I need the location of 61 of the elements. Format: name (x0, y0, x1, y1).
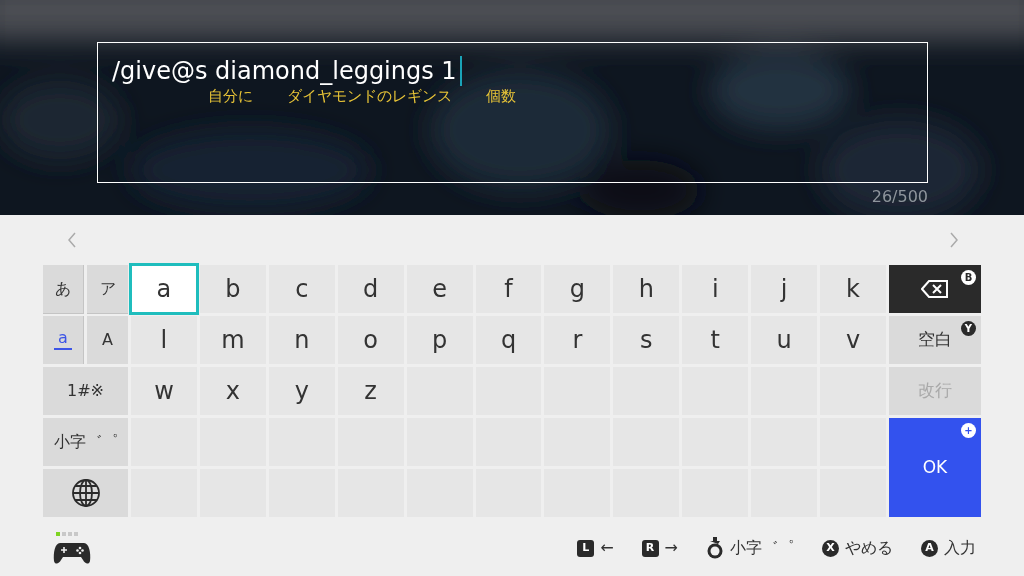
hint-text: 小字゛゜ (730, 537, 794, 559)
letter-key[interactable]: j (751, 265, 818, 313)
language-key[interactable] (43, 469, 128, 517)
letter-key[interactable]: x (199, 367, 266, 415)
hint-text: → (664, 537, 678, 559)
shoulder-button-icon: L (577, 539, 595, 557)
globe-icon (70, 478, 101, 508)
function-key[interactable]: 1#※ (43, 367, 128, 415)
letter-key[interactable]: c (268, 265, 335, 313)
letter-key[interactable]: z (337, 367, 404, 415)
letter-key[interactable]: k (820, 265, 886, 313)
stick-icon (706, 537, 724, 559)
letter-key[interactable]: a (131, 265, 197, 313)
button-badge: Y (961, 321, 976, 336)
letter-key[interactable]: e (406, 265, 473, 313)
letter-key[interactable]: h (613, 265, 680, 313)
letter-key[interactable]: s (613, 316, 680, 364)
hint-label: 自分に (208, 86, 253, 107)
space-key[interactable]: 空白 Y (889, 316, 981, 364)
text-input-field[interactable]: /give@s diamond_leggings 1 自分に ダイヤモンドのレギンス 個数 (97, 42, 928, 183)
mode-key[interactable]: ア (87, 265, 128, 313)
backspace-icon (921, 280, 949, 298)
character-counter: 26/500 (871, 186, 928, 208)
letter-key[interactable]: r (544, 316, 611, 364)
backspace-key[interactable]: B (889, 265, 981, 313)
letter-key[interactable]: w (131, 367, 197, 415)
letter-key[interactable]: m (199, 316, 266, 364)
chevron-left-icon[interactable] (67, 232, 77, 248)
mode-key[interactable]: a (43, 316, 84, 364)
letter-key[interactable]: y (268, 367, 335, 415)
hint-label: 個数 (486, 86, 516, 107)
face-button-icon: A (921, 539, 938, 557)
letter-key[interactable]: l (131, 316, 197, 364)
hint-label: ダイヤモンドのレギンス (287, 86, 452, 107)
letter-key[interactable]: t (682, 316, 749, 364)
controller-icon[interactable] (52, 531, 92, 565)
mode-key[interactable]: あ (43, 265, 84, 313)
letter-key[interactable]: i (682, 265, 749, 313)
button-badge: B (961, 270, 976, 285)
text-cursor (459, 56, 462, 86)
letter-key[interactable]: f (475, 265, 542, 313)
letter-key[interactable]: v (820, 316, 886, 364)
letter-key[interactable]: n (268, 316, 335, 364)
button-badge: + (961, 423, 976, 438)
letter-key[interactable]: u (751, 316, 818, 364)
command-text: /give@s diamond_leggings 1 (112, 56, 457, 87)
shoulder-button-icon: R (641, 539, 659, 557)
hint-text: やめる (845, 537, 893, 559)
letter-key[interactable]: b (199, 265, 266, 313)
letter-key[interactable]: q (475, 316, 542, 364)
function-key[interactable]: 小字゛゜ (43, 418, 128, 466)
ok-button[interactable]: OK + (889, 418, 981, 517)
letter-key[interactable]: g (544, 265, 611, 313)
letter-key[interactable]: o (337, 316, 404, 364)
hint-text: ← (600, 537, 614, 559)
letter-key[interactable]: d (337, 265, 404, 313)
hint-text: 入力 (944, 537, 976, 559)
chevron-right-icon[interactable] (949, 232, 959, 248)
face-button-icon: X (822, 539, 839, 557)
letter-key[interactable]: p (406, 316, 473, 364)
mode-key[interactable]: A (87, 316, 128, 364)
